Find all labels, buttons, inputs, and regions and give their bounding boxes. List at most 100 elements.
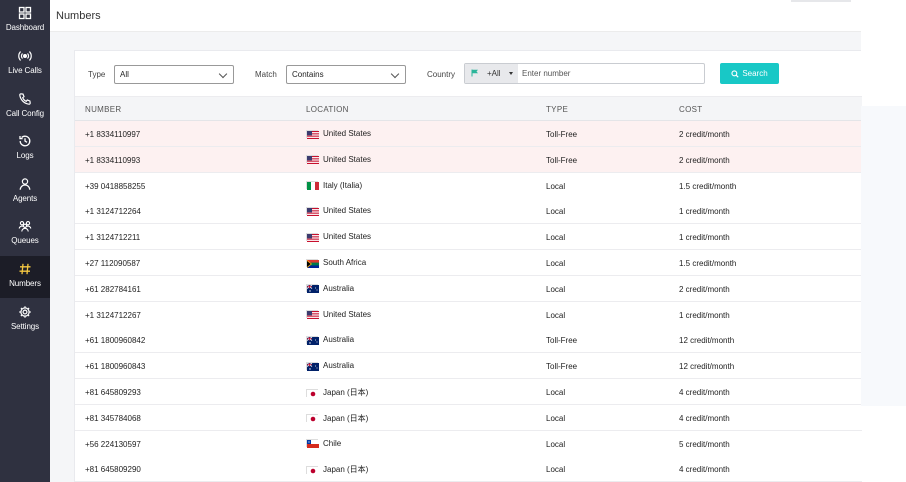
table-row[interactable]: +81 645809293 Japan (日本) Local 4 credit/mon… — [75, 379, 862, 405]
table-row[interactable]: +27 112090587 South Africa Local 1.5 credit… — [75, 250, 862, 276]
type-cell: Local — [546, 413, 566, 423]
table-row[interactable]: +1 8334110997 United States Toll-Free 2 cre… — [75, 121, 862, 147]
location-text: United States — [323, 232, 372, 242]
sidebar-item-live-calls[interactable]: Live Calls — [0, 43, 50, 85]
table-row[interactable]: +1 3124712211 United States Local 1 credit/… — [75, 224, 862, 251]
us-flag-icon — [306, 232, 319, 242]
location-cell: United States — [306, 155, 371, 165]
us-flag-icon — [306, 155, 319, 165]
broadcast-icon — [18, 51, 32, 61]
location-cell: United States — [306, 129, 372, 139]
location-text: Chile — [323, 438, 342, 448]
it-flag-icon — [306, 181, 319, 191]
number-input[interactable] — [519, 64, 704, 83]
sidebar-item-agents[interactable]: Agents — [0, 171, 50, 213]
table-row[interactable]: +81 345784068 Japan (日本) Local 4 credit/mon… — [75, 404, 862, 431]
column-header-type: TYPE — [546, 105, 569, 114]
sidebar-item-label: Numbers — [9, 279, 41, 288]
number-cell: +81 645809290 — [85, 465, 141, 475]
main-content: Numbers Type All Match Contains Country — [50, 0, 862, 482]
search-button-label: Search — [742, 69, 768, 78]
number-cell: +61 1800960842 — [85, 336, 146, 346]
location-cell: Japan (日本) — [306, 464, 368, 475]
type-cell: Local — [546, 388, 566, 397]
sidebar-item-label: Call Config — [5, 109, 45, 118]
sidebar-item-label: Dashboard — [5, 23, 45, 32]
cost-cell: 2 credit/month — [679, 284, 730, 294]
sidebar-item-label: Live Calls — [8, 66, 42, 75]
number-cell: +1 8334110997 — [85, 130, 141, 139]
type-cell: Local — [546, 259, 566, 268]
page-header: Numbers — [50, 0, 861, 32]
type-select[interactable]: All — [114, 65, 234, 84]
sidebar-item-label: Queues — [11, 236, 39, 245]
cost-cell: 12 credit/month — [679, 362, 735, 372]
type-cell: Toll-Free — [546, 130, 578, 139]
location-text: South Africa — [323, 258, 367, 267]
phone-icon — [19, 93, 31, 105]
sidebar-item-numbers[interactable]: Numbers — [0, 256, 50, 298]
user-icon — [19, 178, 31, 190]
sidebar: Dashboard Live Calls Call Config Logs Ag… — [0, 0, 50, 482]
cl-flag-icon — [306, 439, 319, 449]
phone-number-field: +All — [464, 63, 705, 84]
country-dropdown[interactable]: +All — [465, 64, 518, 83]
search-button[interactable]: Search — [720, 63, 779, 84]
type-cell: Local — [546, 284, 566, 294]
number-cell: +1 3124712267 — [85, 310, 141, 320]
table-row[interactable]: +56 224130597 Chile Local 5 credit/month — [75, 430, 862, 457]
table-row[interactable]: +1 3124712264 United States Local 1 credit/… — [75, 198, 862, 225]
location-cell: United States — [306, 232, 372, 242]
cost-cell: 4 credit/month — [679, 465, 730, 475]
sidebar-item-settings[interactable]: Settings — [0, 299, 50, 341]
number-cell: +1 3124712211 — [85, 233, 141, 243]
country-code: +All — [487, 69, 501, 78]
us-flag-icon — [306, 206, 319, 216]
match-select[interactable]: Contains — [286, 65, 406, 84]
users-icon — [18, 221, 32, 232]
location-text: Australia — [323, 335, 355, 345]
location-text: Australia — [323, 361, 355, 371]
number-cell: +61 1800960843 — [85, 362, 146, 372]
jp-flag-icon — [306, 414, 319, 424]
location-cell: Chile — [306, 438, 342, 449]
au-flag-icon — [306, 361, 319, 371]
number-cell: +81 345784068 — [85, 413, 141, 423]
location-text: United States — [323, 309, 372, 319]
sidebar-item-logs[interactable]: Logs — [0, 128, 50, 170]
type-label: Type — [88, 70, 106, 79]
location-cell: Japan (日本) — [306, 413, 368, 424]
jp-flag-icon — [306, 388, 319, 398]
table-row[interactable]: +81 645809290 Japan (日本) Local 4 credit/mon… — [75, 456, 862, 482]
chevron-down-icon — [218, 69, 228, 79]
sidebar-item-dashboard[interactable]: Dashboard — [0, 0, 50, 42]
jp-flag-icon — [306, 465, 319, 475]
za-flag-icon — [306, 258, 319, 268]
match-label: Match — [255, 70, 277, 79]
type-cell: Local — [546, 207, 566, 217]
type-cell: Local — [546, 439, 566, 449]
cost-cell: 5 credit/month — [679, 439, 730, 449]
location-text: United States — [323, 129, 372, 138]
grid-icon — [18, 6, 32, 20]
table-row[interactable]: +1 3124712267 United States Local 1 credit/… — [75, 301, 862, 328]
cost-cell: 12 credit/month — [679, 336, 735, 346]
chevron-down-icon — [390, 69, 400, 79]
location-cell: United States — [306, 206, 371, 216]
table-row[interactable]: +61 282784161 Australia Local 2 credit/mont… — [75, 275, 862, 302]
number-cell: +27 112090587 — [85, 259, 141, 268]
table-row[interactable]: +1 8334110993 United States Toll-Free 2 cre… — [75, 146, 862, 173]
us-flag-icon — [306, 310, 319, 320]
sidebar-item-queues[interactable]: Queues — [0, 213, 50, 255]
location-cell: United States — [306, 309, 372, 320]
number-cell: +61 282784161 — [85, 284, 141, 294]
table-row[interactable]: +39 0418858255 Italy (Italia) Local 1.5 cre… — [75, 172, 862, 199]
location-cell: Italy (Italia) — [306, 181, 362, 191]
sidebar-item-call-config[interactable]: Call Config — [0, 86, 50, 128]
type-cell: Toll-Free — [546, 155, 578, 165]
cost-cell: 1.5 credit/month — [679, 181, 737, 191]
table-row[interactable]: +61 1800960842 Australia Toll-Free 12 credi… — [75, 327, 862, 354]
number-cell: +81 645809293 — [85, 388, 141, 397]
cost-cell: 1 credit/month — [679, 233, 730, 243]
table-row[interactable]: +61 1800960843 Australia Toll-Free 12 credi… — [75, 353, 862, 380]
